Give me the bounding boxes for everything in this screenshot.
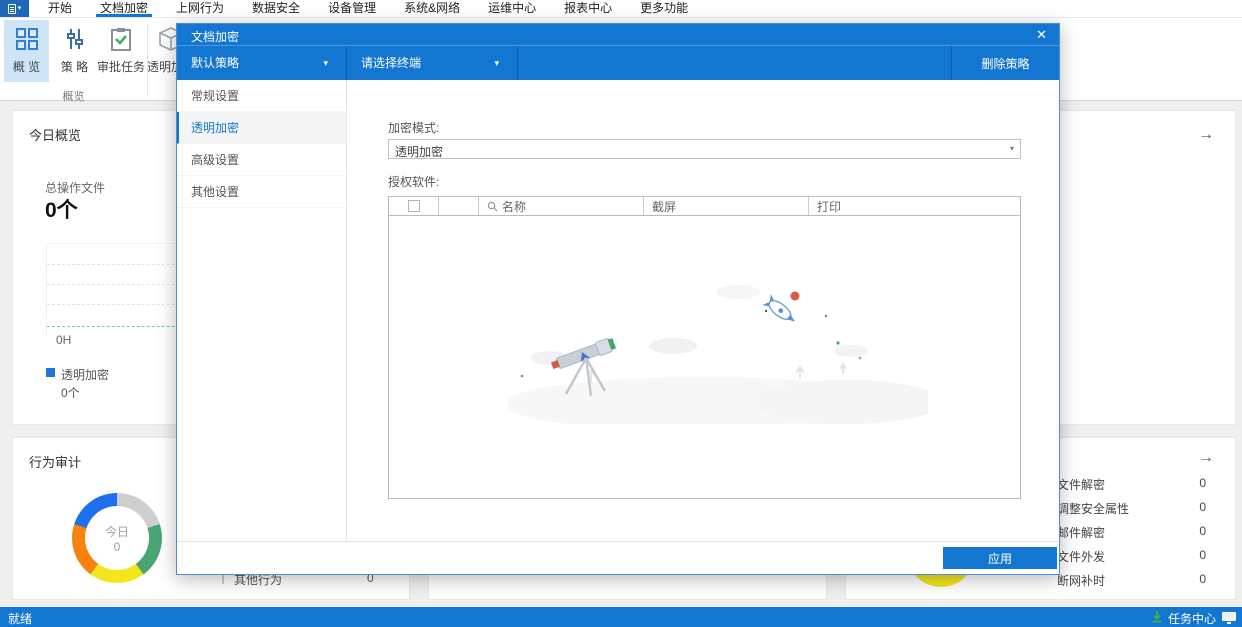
terminal-dropdown[interactable]: 请选择终端 ▾: [347, 46, 518, 80]
chevron-down-icon: ▾: [494, 58, 499, 68]
download-arrow-icon: [1152, 611, 1162, 623]
task-center-button[interactable]: 任务中心: [1168, 610, 1216, 627]
overview-button[interactable]: 概 览: [4, 20, 49, 82]
document-encryption-dialog: 文档加密 ✕ 默认策略 ▾ 请选择终端 ▾ 删除策略 常规设置 透明加密 高级设…: [176, 23, 1060, 575]
header-blank-cell: [439, 197, 479, 215]
stat-value: 0: [1199, 572, 1206, 586]
sidebar-item-other[interactable]: 其他设置: [177, 176, 346, 208]
stat-value: 0: [1199, 548, 1206, 562]
stat-value: 0: [1199, 524, 1206, 538]
dialog-titlebar: 文档加密 ✕: [177, 24, 1059, 46]
table-header-row: 名称 截屏 打印: [389, 197, 1020, 216]
chevron-down-icon: ▾: [17, 5, 22, 12]
sidebar-item-general[interactable]: 常规设置: [177, 80, 346, 112]
stat-value: 0: [1199, 500, 1206, 514]
header-name-cell: 名称: [479, 197, 644, 215]
dialog-footer-divider: [177, 541, 1059, 542]
donut-center-value: 0: [113, 539, 121, 554]
sliders-icon: [62, 26, 88, 52]
menu-item-doc-encryption[interactable]: 文档加密: [96, 0, 153, 17]
search-icon: [487, 201, 498, 212]
menu-item-more[interactable]: 更多功能: [640, 0, 688, 17]
sidebar-item-advanced[interactable]: 高级设置: [177, 144, 346, 176]
audit-donut: 今日 0: [72, 493, 162, 583]
menu-items: 开始 文档加密 上网行为 数据安全 设备管理 系统&网络 运维中心 报表中心 更…: [48, 0, 688, 17]
audit-card-title: 行为审计: [29, 455, 82, 470]
menu-item-start[interactable]: 开始: [48, 0, 72, 17]
stat-label: 文件解密: [1057, 478, 1106, 492]
close-icon[interactable]: ✕: [1036, 27, 1047, 43]
menu-item-data-security[interactable]: 数据安全: [252, 0, 300, 17]
legend-label: 透明加密: [61, 368, 110, 382]
empty-state-illustration: [508, 285, 928, 424]
header-print-cell: 打印: [809, 197, 1020, 215]
donut-center-label: 今日: [104, 524, 129, 539]
menu-item-ops-center[interactable]: 运维中心: [488, 0, 536, 17]
stat-label: 邮件解密: [1057, 526, 1106, 540]
status-ready-text: 就绪: [8, 612, 33, 626]
menu-item-device-mgmt[interactable]: 设备管理: [328, 0, 376, 17]
audit-donut-center: 今日 0: [85, 506, 149, 570]
header-print-label: 打印: [817, 199, 842, 214]
dialog-toolbar: 默认策略 ▾ 请选择终端 ▾ 删除策略: [177, 46, 1059, 80]
encrypt-mode-value: 透明加密: [395, 145, 444, 159]
select-all-checkbox[interactable]: [407, 200, 420, 212]
chevron-down-icon: ▾: [323, 58, 328, 68]
policy-button[interactable]: 策 略: [53, 20, 96, 82]
delete-policy-button[interactable]: 删除策略: [951, 46, 1059, 80]
dialog-title: 文档加密: [191, 30, 240, 44]
policy-button-label: 策 略: [60, 60, 89, 74]
encrypt-mode-label: 加密模式:: [388, 121, 440, 135]
grid-icon: [14, 26, 40, 52]
today-card-title: 今日概览: [29, 128, 82, 143]
stat-label: 调整安全属性: [1057, 502, 1130, 516]
sidebar-item-transparent-encryption[interactable]: 透明加密: [177, 112, 346, 144]
header-screenshot-cell: 截屏: [644, 197, 809, 215]
legend-value: 0个: [61, 386, 80, 400]
monitor-icon[interactable]: [1222, 612, 1236, 624]
policy-dropdown[interactable]: 默认策略 ▾: [177, 46, 347, 80]
authorized-software-label: 授权软件:: [388, 175, 440, 189]
header-checkbox-cell: [389, 197, 439, 215]
approval-tasks-button[interactable]: 审批任务: [97, 20, 146, 82]
menu-item-report-center[interactable]: 报表中心: [564, 0, 612, 17]
chevron-down-icon: ▾: [1009, 144, 1014, 153]
terminal-dropdown-label: 请选择终端: [361, 56, 422, 70]
total-files-value: 0个: [45, 199, 78, 222]
header-screenshot-label: 截屏: [652, 199, 677, 214]
policy-dropdown-label: 默认策略: [191, 56, 240, 70]
dialog-sidebar: 常规设置 透明加密 高级设置 其他设置: [177, 80, 347, 541]
stat-value: 0: [1199, 476, 1206, 490]
arrow-right-icon[interactable]: →: [1198, 126, 1214, 144]
chart-x-tick: 0H: [56, 333, 72, 347]
arrow-right-icon[interactable]: →: [1198, 449, 1214, 467]
encrypt-mode-select[interactable]: 透明加密 ▾: [388, 139, 1021, 159]
ribbon-divider: [147, 24, 148, 96]
menu-item-web-behavior[interactable]: 上网行为: [176, 0, 224, 17]
app-menu-button[interactable]: ▾: [0, 0, 29, 17]
apply-button[interactable]: 应用: [943, 547, 1057, 569]
app-icon: [7, 3, 16, 14]
status-bar: 就绪 任务中心: [0, 607, 1242, 627]
legend-color-square: [46, 368, 55, 377]
stat-label: 断网补时: [1057, 574, 1106, 588]
menu-bar: ▾ 开始 文档加密 上网行为 数据安全 设备管理 系统&网络 运维中心 报表中心…: [0, 0, 1242, 18]
approval-tasks-button-label: 审批任务: [97, 60, 146, 74]
stat-label: 文件外发: [1057, 550, 1106, 564]
overview-button-label: 概 览: [12, 60, 41, 74]
menu-item-system-network[interactable]: 系统&网络: [404, 0, 460, 17]
clipboard-check-icon: [108, 26, 134, 52]
header-name-label: 名称: [502, 199, 527, 214]
ribbon-group-label: 概览: [62, 91, 85, 103]
